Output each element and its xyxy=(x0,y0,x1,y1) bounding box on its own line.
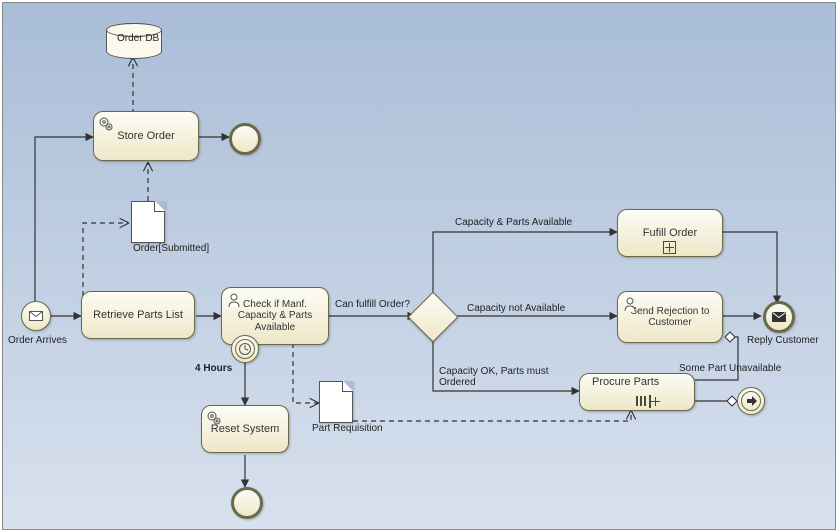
task-send-rejection[interactable]: Send Rejection to Customer xyxy=(617,291,723,343)
end-event-after-store[interactable] xyxy=(229,123,261,155)
multi-instance-icon xyxy=(636,396,646,406)
task-label: Fufill Order xyxy=(643,227,697,240)
end-event-label: Reply Customer xyxy=(747,335,819,346)
user-icon xyxy=(622,296,638,312)
end-event-reply-customer[interactable] xyxy=(763,301,795,333)
subprocess-fulfill-order[interactable]: Fufill Order xyxy=(617,209,723,257)
edge-gw-to-fulfill xyxy=(433,232,617,299)
edge-fulfill-to-reply xyxy=(723,232,777,303)
gateway-label: Can fulfill Order? xyxy=(335,299,410,310)
task-label: Store Order xyxy=(117,130,174,143)
link-throw-event[interactable] xyxy=(737,387,765,415)
task-store-order[interactable]: Store Order xyxy=(93,111,199,161)
link-arrow-icon xyxy=(744,394,758,408)
data-store-label: Order DB xyxy=(117,33,159,44)
edge-label: Capacity OK, Parts must Ordered xyxy=(439,366,569,388)
data-object-label: Order[Submitted] xyxy=(133,243,209,254)
timer-boundary-event[interactable] xyxy=(231,335,259,363)
subprocess-markers xyxy=(636,395,650,407)
edge-label: Some Part Unavailable xyxy=(679,363,781,374)
task-label: Retrieve Parts List xyxy=(93,309,183,322)
start-event-label: Order Arrives xyxy=(8,335,67,346)
subprocess-marker xyxy=(663,241,677,253)
end-event-after-reset[interactable] xyxy=(231,487,263,519)
timer-label: 4 Hours xyxy=(195,363,232,374)
task-retrieve-parts[interactable]: Retrieve Parts List xyxy=(81,291,195,339)
clock-icon xyxy=(238,342,252,356)
edge-check-to-partreq xyxy=(293,343,318,403)
message-icon xyxy=(772,312,786,322)
data-object-part-requisition[interactable] xyxy=(319,381,353,423)
plus-icon xyxy=(663,241,676,254)
task-reset-system[interactable]: Reset System xyxy=(201,405,289,453)
gears-icon xyxy=(206,410,222,426)
edge-start-to-store xyxy=(35,137,93,301)
gateway-can-fulfill[interactable] xyxy=(415,299,449,333)
gears-icon xyxy=(98,116,114,132)
edges-layer xyxy=(3,3,835,529)
edge-retrieve-to-submitted xyxy=(83,223,128,296)
edge-label: Capacity & Parts Available xyxy=(455,217,572,228)
bpmn-canvas: Order DB Store Order Order Arrives Retri… xyxy=(2,2,836,530)
start-event-order-arrives[interactable] xyxy=(21,301,51,331)
subprocess-procure-parts[interactable]: Procure Parts xyxy=(579,373,695,411)
edge-label: Capacity not Available xyxy=(467,303,565,314)
data-object-label: Part Requisition xyxy=(312,423,383,434)
plus-icon xyxy=(649,395,651,408)
task-label: Procure Parts xyxy=(592,376,690,389)
edge-partreq-to-procure xyxy=(353,411,631,421)
message-icon xyxy=(29,311,43,321)
user-icon xyxy=(226,292,242,308)
data-object-order-submitted[interactable] xyxy=(131,201,165,243)
